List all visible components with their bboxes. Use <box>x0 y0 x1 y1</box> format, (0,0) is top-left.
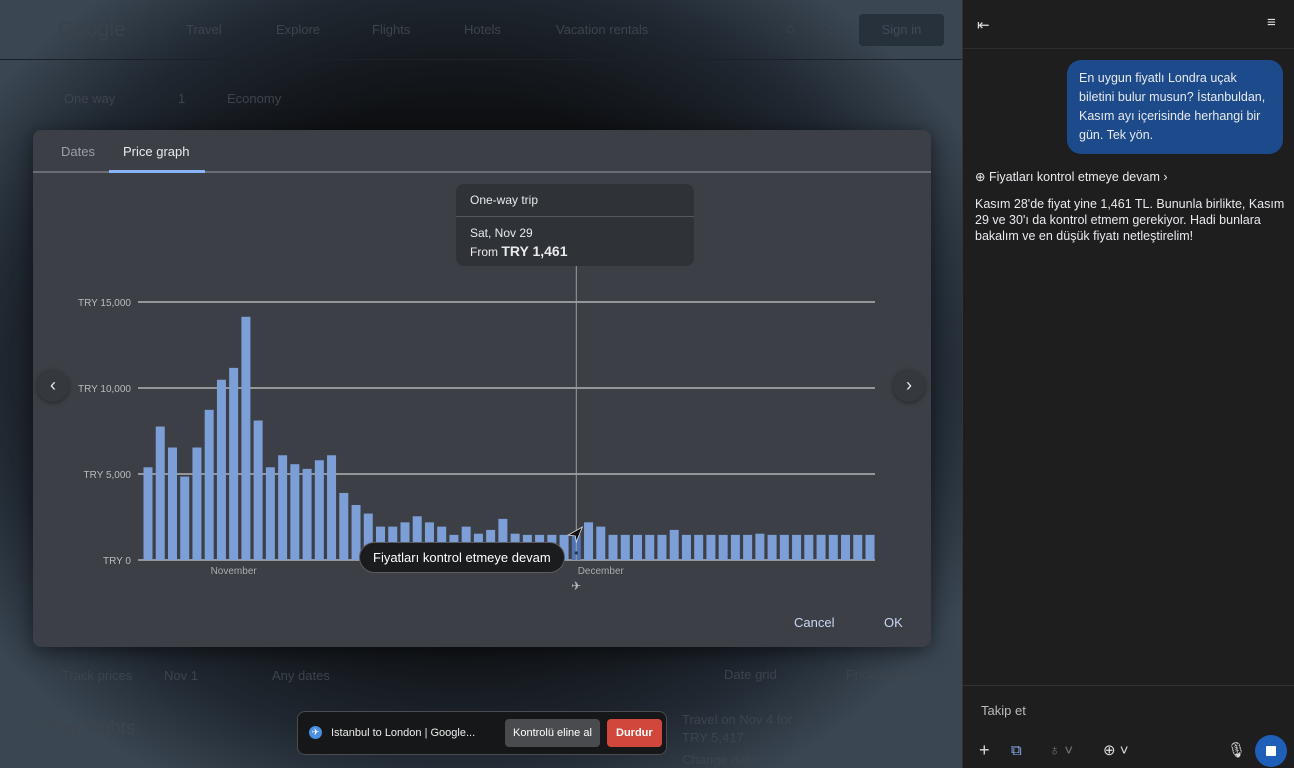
add-icon[interactable]: + <box>979 740 990 761</box>
price-bar <box>204 409 214 560</box>
price-bar <box>143 467 153 560</box>
price-chart: TRY 0 TRY 5,000 TRY 10,000 TRY 15,000 Novemb… <box>78 266 875 593</box>
chat-input[interactable]: Takip et <box>981 703 1026 718</box>
price-bar <box>155 426 165 560</box>
x-tick-label: November <box>211 566 258 577</box>
price-bar <box>669 529 679 560</box>
y-tick-label: TRY 0 <box>103 556 131 567</box>
y-tick-label: TRY 15,000 <box>78 298 131 309</box>
header-divider <box>963 48 1294 49</box>
stop-icon <box>1266 746 1276 756</box>
price-bar <box>608 534 618 560</box>
price-bar <box>192 447 202 560</box>
language-globe-icon[interactable]: ⊕ ˅ <box>1103 741 1129 759</box>
stop-generation-button[interactable] <box>1255 735 1287 767</box>
microphone-icon[interactable]: 🎙 <box>1227 741 1246 759</box>
chevron-right-icon: › <box>1163 170 1168 184</box>
tooltip-date: Sat, Nov 29 <box>470 226 533 240</box>
tooltip-title: One-way trip <box>456 184 694 217</box>
assistant-panel: ⇤ ≡ En uygun fiyatlı Londra uçak biletin… <box>962 0 1294 768</box>
price-bar <box>253 420 263 560</box>
agent-tab-title: Istanbul to London | Google... <box>331 727 476 739</box>
collapse-panel-icon[interactable]: ⇤ <box>977 16 990 34</box>
price-bar <box>755 533 765 560</box>
assistant-reply: Kasım 28'de fiyat yine 1,461 TL. Bununla… <box>975 197 1285 243</box>
price-bar <box>657 534 667 560</box>
price-bar <box>718 534 728 560</box>
price-bar <box>167 447 177 560</box>
tools-icon[interactable]: ⧉ <box>1011 742 1022 759</box>
price-bar <box>828 534 838 560</box>
price-bar <box>596 526 606 560</box>
agent-control-bar: ✈ Istanbul to London | Google... Kontrol… <box>297 711 667 755</box>
price-bar <box>816 534 826 560</box>
price-bar <box>694 534 704 560</box>
price-bar <box>265 467 275 560</box>
price-bar <box>216 379 226 560</box>
price-bar <box>632 534 642 560</box>
price-bar <box>302 468 312 560</box>
price-bar <box>804 534 814 560</box>
take-control-button[interactable]: Kontrolü eline al <box>505 719 600 747</box>
price-bar <box>290 464 300 560</box>
price-bar <box>681 534 691 560</box>
price-bar <box>327 455 337 560</box>
y-tick-label: TRY 5,000 <box>84 470 132 481</box>
browser-viewport: ☰ Google Travel Explore Flights Hotels V… <box>0 0 962 768</box>
price-bar <box>314 460 324 560</box>
price-bar <box>792 534 802 560</box>
price-bar <box>767 534 777 560</box>
status-pill: Fiyatları kontrol etmeye devam <box>359 542 565 573</box>
model-icon[interactable]: ♁ ˅ <box>1049 742 1073 759</box>
price-bar <box>865 534 875 560</box>
price-bar <box>841 534 851 560</box>
site-icon: ✈ <box>309 726 322 739</box>
price-bar <box>645 534 655 560</box>
price-bar <box>730 534 740 560</box>
stop-button[interactable]: Durdur <box>607 719 662 747</box>
y-tick-label: TRY 10,000 <box>78 384 131 395</box>
tooltip-from: From <box>470 245 498 259</box>
tooltip-price-line: From TRY 1,461 <box>456 240 694 259</box>
step-link[interactable]: ⊕ Fiyatları kontrol etmeye devam › <box>975 169 1168 184</box>
price-bar <box>706 534 716 560</box>
landing-plane-icon: ✈ <box>571 579 581 593</box>
price-bar <box>180 476 190 560</box>
price-bar <box>620 534 630 560</box>
price-bar <box>229 367 239 560</box>
price-bar <box>339 492 349 560</box>
globe-icon: ⊕ <box>975 170 986 184</box>
price-bar <box>278 455 288 560</box>
price-bar <box>743 534 753 560</box>
price-bar <box>779 534 789 560</box>
price-tooltip: One-way trip Sat, Nov 29 From TRY 1,461 <box>456 184 694 266</box>
step-label: Fiyatları kontrol etmeye devam <box>988 170 1160 184</box>
tooltip-price: TRY 1,461 <box>501 243 568 259</box>
price-bar <box>584 522 594 560</box>
price-bar <box>241 316 251 560</box>
chat-input-area: Takip et + ⧉ ♁ ˅ ⊕ ˅ 🎙 <box>963 685 1294 768</box>
user-message: En uygun fiyatlı Londra uçak biletini bu… <box>1067 60 1283 154</box>
selection-dot <box>574 551 578 555</box>
price-bar <box>853 534 863 560</box>
x-tick-label: December <box>578 566 625 577</box>
panel-menu-icon[interactable]: ≡ <box>1267 14 1276 31</box>
